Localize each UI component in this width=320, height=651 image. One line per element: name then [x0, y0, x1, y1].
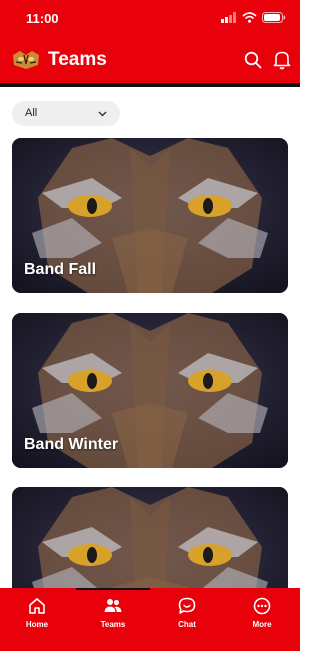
bottom-tab-bar: Home Teams Chat More [0, 588, 300, 651]
tab-teams[interactable]: Teams [88, 596, 138, 638]
active-tab-indicator [76, 588, 150, 590]
search-icon[interactable] [244, 51, 262, 69]
tab-chat[interactable]: Chat [162, 596, 212, 638]
more-icon [253, 597, 271, 615]
tab-more[interactable]: More [237, 596, 287, 638]
tab-label: Home [25, 620, 49, 629]
notification-bell-icon[interactable] [273, 50, 291, 70]
team-name: Band Fall [24, 261, 97, 278]
filter-selected-value: All [25, 107, 38, 119]
team-card[interactable]: Band Winter [12, 313, 288, 468]
wifi-icon [242, 12, 257, 23]
chevron-down-icon [98, 111, 107, 117]
team-card[interactable]: Band Fall [12, 138, 288, 293]
battery-icon [262, 12, 286, 23]
tiger-logo-icon [13, 51, 39, 69]
team-name: Band Winter [24, 436, 119, 453]
home-icon [29, 598, 45, 614]
signal-icon [221, 12, 236, 23]
status-bar: 11:00 [0, 0, 300, 38]
status-icons [221, 12, 286, 23]
header-divider [0, 83, 300, 87]
tab-label: Teams [100, 620, 126, 629]
chat-icon [178, 597, 196, 614]
team-filter-dropdown[interactable]: All [12, 101, 120, 126]
team-card-list: Band Fall Band Winter [0, 138, 300, 588]
team-card[interactable] [12, 487, 288, 588]
page-title: Teams [48, 49, 107, 70]
tab-home[interactable]: Home [12, 596, 62, 638]
teams-icon [104, 599, 122, 612]
tab-label: Chat [178, 620, 196, 629]
status-time: 11:00 [26, 11, 59, 26]
app-header: Teams [0, 38, 300, 83]
tab-label: More [252, 620, 272, 629]
team-cover-image [12, 487, 288, 588]
